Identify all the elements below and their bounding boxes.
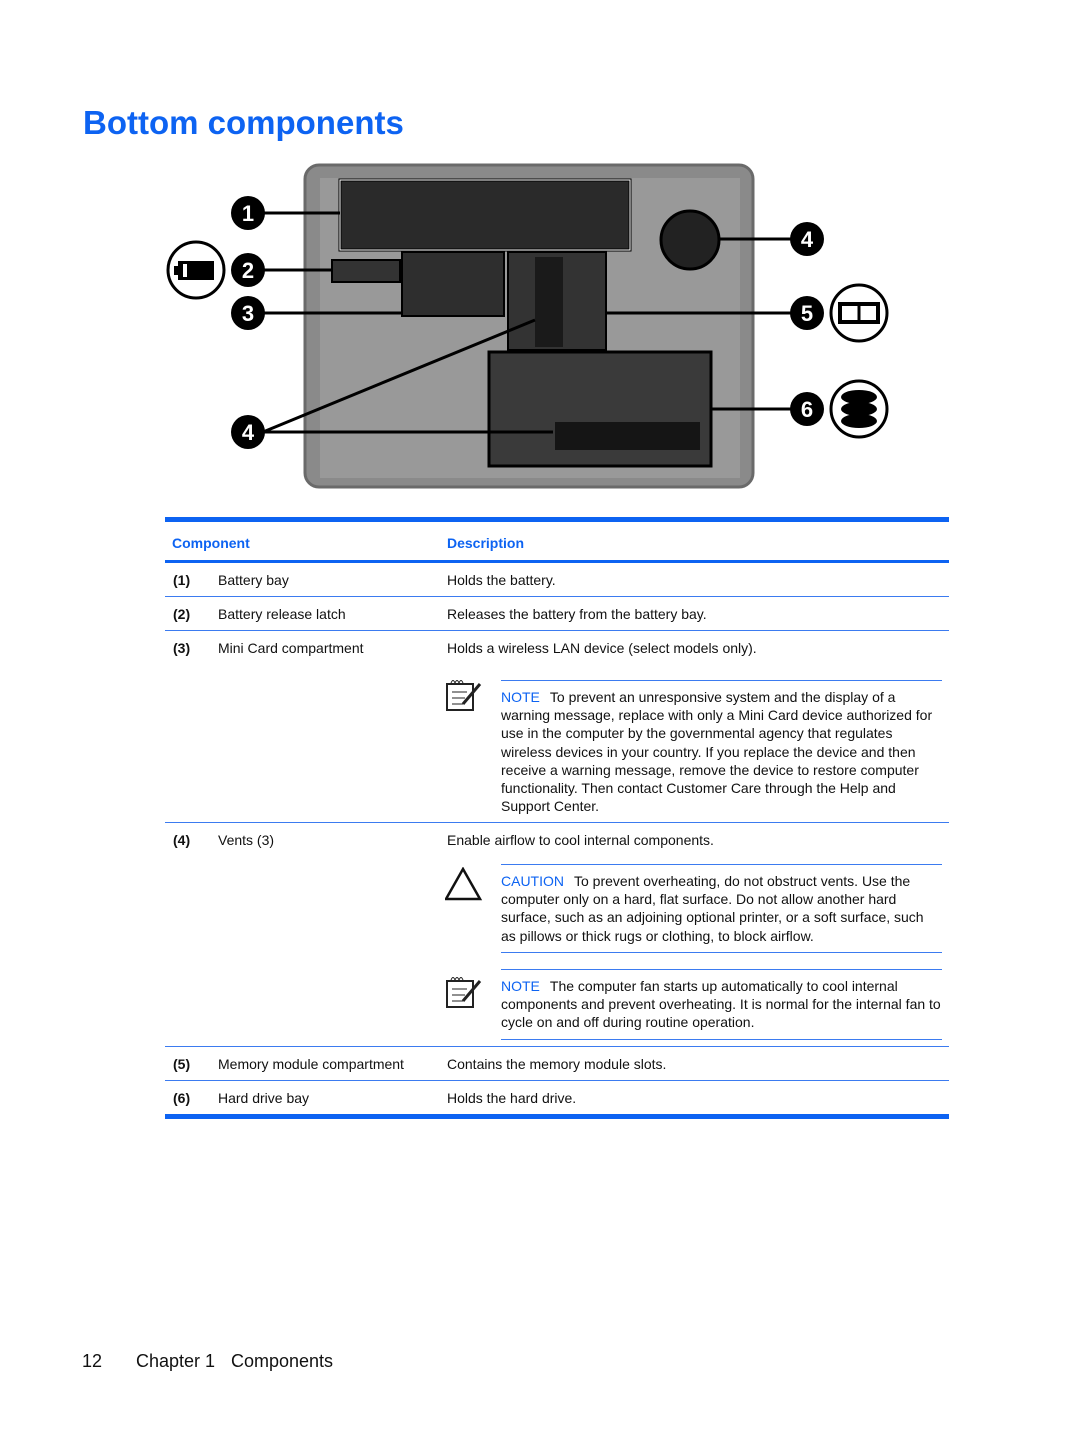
page-title: Bottom components xyxy=(83,104,404,141)
caution-box: CAUTION To prevent overheating, do not ob… xyxy=(501,864,942,953)
note-text: To prevent an unresponsive system and th… xyxy=(501,689,933,815)
row-component: Hard drive bay xyxy=(218,1090,310,1106)
row-component: Mini Card compartment xyxy=(218,640,364,656)
row-number: (4) xyxy=(173,832,191,848)
callout-1: 1 xyxy=(231,196,265,230)
row-component: Battery bay xyxy=(218,572,289,588)
svg-text:4: 4 xyxy=(801,227,814,252)
table-row: (6) Hard drive bay Holds the hard drive. xyxy=(165,1081,949,1119)
components-table: Component Description (1) Battery bay Ho… xyxy=(165,517,949,1119)
hard-drive-icon xyxy=(829,379,889,439)
row-number: (2) xyxy=(173,606,191,622)
page-number: 12 xyxy=(82,1351,103,1371)
bottom-components-figure: 1 2 3 4 5 4 6 xyxy=(166,163,889,489)
page: Bottom components 1 2 3 4 5 4 6 Componen… xyxy=(0,0,1080,1437)
row-description: Holds the battery. xyxy=(447,572,556,588)
note-box: NOTE The computer fan starts up automatic… xyxy=(501,969,942,1040)
table-header: Component Description xyxy=(165,517,949,563)
row-description: Holds the hard drive. xyxy=(447,1090,577,1106)
caution-triangle-icon xyxy=(445,867,483,901)
note-icon xyxy=(446,977,482,1008)
row-number: (5) xyxy=(173,1056,191,1072)
row-number: (1) xyxy=(173,572,191,588)
table-row: (1) Battery bay Holds the battery. xyxy=(165,563,949,597)
battery-bay xyxy=(338,178,632,252)
table-row: (3) Mini Card compartment Holds a wirele… xyxy=(165,631,949,824)
row-description: Holds a wireless LAN device (select mode… xyxy=(447,640,757,656)
caution-label: CAUTION xyxy=(501,873,564,889)
row-number: (6) xyxy=(173,1090,191,1106)
note-label: NOTE xyxy=(501,689,540,705)
footer-chapter: Chapter 1 xyxy=(136,1351,216,1371)
note-text: The computer fan starts up automatically… xyxy=(501,978,941,1031)
note-box: NOTE To prevent an unresponsive system an… xyxy=(501,680,942,824)
row-component: Battery release latch xyxy=(218,606,346,622)
svg-text:2: 2 xyxy=(242,258,254,283)
callout-4b: 4 xyxy=(231,415,265,449)
fan-vent xyxy=(659,209,721,271)
table-row: (4) Vents (3) Enable airflow to cool int… xyxy=(165,823,949,1047)
row-component: Memory module compartment xyxy=(218,1056,404,1072)
note-icon xyxy=(446,680,482,711)
callout-3: 3 xyxy=(231,296,265,330)
caution-text: To prevent overheating, do not obstruct … xyxy=(501,873,924,944)
header-description: Description xyxy=(447,535,525,551)
svg-text:6: 6 xyxy=(801,397,813,422)
callout-5: 5 xyxy=(790,296,824,330)
battery-release-latch xyxy=(331,259,401,283)
row-number: (3) xyxy=(173,640,191,656)
footer-section: Components xyxy=(231,1351,334,1371)
row-description: Enable airflow to cool internal componen… xyxy=(447,832,714,848)
table-row: (2) Battery release latch Releases the b… xyxy=(165,597,949,631)
header-component: Component xyxy=(172,535,250,551)
svg-text:1: 1 xyxy=(242,201,254,226)
row-component: Vents (3) xyxy=(218,832,275,848)
svg-text:3: 3 xyxy=(242,301,254,326)
svg-text:4: 4 xyxy=(242,420,255,445)
row-description: Releases the battery from the battery ba… xyxy=(447,606,707,622)
battery-icon xyxy=(166,240,226,300)
memory-module-icon xyxy=(829,283,889,343)
table-row: (5) Memory module compartment Contains t… xyxy=(165,1047,949,1081)
mini-card-compartment xyxy=(401,251,505,317)
svg-text:5: 5 xyxy=(801,301,813,326)
callout-4a: 4 xyxy=(790,222,824,256)
callout-2: 2 xyxy=(231,253,265,287)
callout-6: 6 xyxy=(790,392,824,426)
row-description: Contains the memory module slots. xyxy=(447,1056,667,1072)
note-label: NOTE xyxy=(501,978,540,994)
